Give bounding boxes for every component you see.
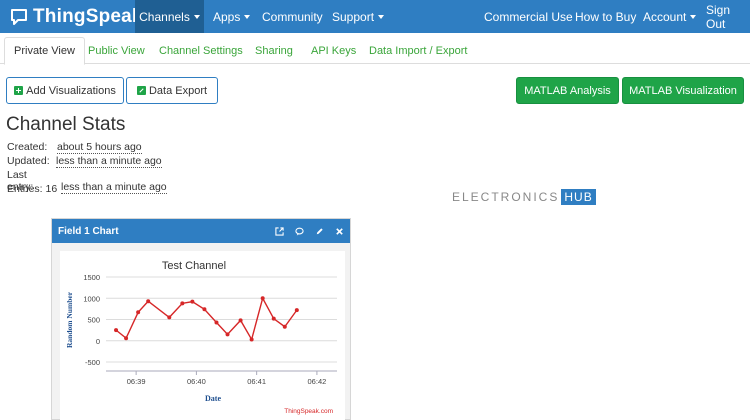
tab-api-keys[interactable]: API Keys bbox=[302, 37, 365, 64]
watermark-hub: HUB bbox=[561, 188, 596, 205]
data-point bbox=[146, 299, 151, 304]
plus-icon bbox=[14, 86, 24, 95]
x-tick-label: 06:40 bbox=[187, 377, 206, 386]
series-line bbox=[115, 296, 298, 342]
data-point bbox=[190, 299, 195, 304]
matlab-visualization-label: MATLAB Visualization bbox=[629, 84, 737, 97]
matlab-visualization-button[interactable]: MATLAB Visualization bbox=[622, 77, 744, 104]
data-point bbox=[202, 307, 207, 312]
y-tick-label: 0 bbox=[96, 337, 100, 346]
electronics-hub-watermark: ELECTRONICS HUB bbox=[452, 188, 596, 205]
data-export-button[interactable]: Data Export bbox=[126, 77, 218, 104]
data-point bbox=[136, 310, 141, 315]
chart-area: Test Channel 1500 1000 500 0 -500 06:39 06:40 06… bbox=[60, 251, 345, 420]
data-point bbox=[225, 332, 230, 337]
add-visualizations-button[interactable]: Add Visualizations bbox=[6, 77, 124, 104]
nav-sign-out[interactable]: Sign Out bbox=[706, 0, 750, 33]
data-point bbox=[294, 308, 299, 313]
nav-channels[interactable]: Channels bbox=[135, 0, 204, 33]
chart-credit: ThingSpeak.com bbox=[284, 408, 333, 415]
nav-support[interactable]: Support bbox=[332, 0, 385, 33]
tab-public-view[interactable]: Public View bbox=[79, 37, 154, 64]
watermark-text: ELECTRONICS bbox=[452, 189, 560, 204]
tab-data-import-export[interactable]: Data Import / Export bbox=[360, 37, 476, 64]
data-point bbox=[249, 337, 254, 342]
nav-account[interactable]: Account bbox=[643, 0, 697, 33]
chevron-down-icon bbox=[690, 15, 697, 19]
nav-account-label: Account bbox=[643, 9, 687, 24]
add-visualizations-label: Add Visualizations bbox=[26, 84, 116, 97]
channel-tabs: Private View Public View Channel Setting… bbox=[0, 33, 750, 65]
data-point bbox=[260, 296, 265, 301]
nav-sign-out-label: Sign Out bbox=[706, 2, 731, 31]
tab-private-view[interactable]: Private View bbox=[4, 37, 85, 65]
nav-community-label: Community bbox=[262, 9, 323, 24]
nav-channels-label: Channels bbox=[139, 9, 190, 24]
comment-icon[interactable] bbox=[295, 227, 304, 236]
brand-logo[interactable]: ThingSpeak™ bbox=[10, 0, 152, 33]
stat-updated: Updated: less than a minute ago bbox=[7, 155, 162, 168]
stat-updated-value: less than a minute ago bbox=[56, 155, 162, 168]
panel-icons bbox=[275, 219, 344, 243]
x-tick-label: 06:41 bbox=[247, 377, 266, 386]
data-point bbox=[238, 318, 243, 323]
nav-how-to-buy-label: How to Buy bbox=[575, 9, 637, 24]
x-tick-label: 06:42 bbox=[308, 377, 327, 386]
matlab-analysis-label: MATLAB Analysis bbox=[524, 84, 611, 97]
stat-created-value: about 5 hours ago bbox=[57, 141, 142, 154]
data-point bbox=[282, 324, 287, 329]
y-tick-label: 500 bbox=[87, 316, 100, 325]
nav-apps-label: Apps bbox=[213, 9, 241, 24]
external-link-icon[interactable] bbox=[275, 226, 284, 236]
chevron-down-icon bbox=[244, 15, 251, 19]
data-point bbox=[214, 320, 219, 325]
x-axis-label: Date bbox=[205, 394, 221, 403]
data-point bbox=[167, 315, 172, 320]
channel-stats-title: Channel Stats bbox=[6, 114, 126, 135]
tab-channel-settings[interactable]: Channel Settings bbox=[150, 37, 252, 64]
export-icon bbox=[136, 86, 146, 95]
nav-commercial-use-label: Commercial Use bbox=[484, 9, 573, 24]
field-1-chart-panel: Field 1 Chart Test Channel 1500 1000 500 0 -5… bbox=[51, 218, 351, 420]
y-tick-label: -500 bbox=[85, 358, 100, 367]
data-point bbox=[271, 316, 276, 321]
data-point bbox=[124, 336, 129, 341]
top-navbar: ThingSpeak™ Channels Apps Community Supp… bbox=[0, 0, 750, 33]
data-point bbox=[180, 301, 185, 306]
panel-title: Field 1 Chart bbox=[58, 225, 119, 237]
tab-sharing[interactable]: Sharing bbox=[246, 37, 302, 64]
pencil-icon[interactable] bbox=[315, 227, 324, 236]
nav-commercial-use[interactable]: Commercial Use bbox=[484, 0, 573, 33]
y-axis-label: Random Number bbox=[65, 291, 74, 348]
stat-created: Created: about 5 hours ago bbox=[7, 141, 142, 154]
line-chart: Test Channel 1500 1000 500 0 -500 06:39 06:40 06… bbox=[65, 260, 337, 415]
nav-support-label: Support bbox=[332, 9, 375, 24]
stat-created-label: Created: bbox=[7, 141, 48, 153]
nav-community[interactable]: Community bbox=[262, 0, 323, 33]
chart-title: Test Channel bbox=[162, 260, 226, 272]
nav-how-to-buy[interactable]: How to Buy bbox=[575, 0, 636, 33]
nav-apps[interactable]: Apps bbox=[213, 0, 251, 33]
panel-header: Field 1 Chart bbox=[52, 219, 350, 243]
speech-bubble-icon bbox=[11, 8, 27, 25]
x-tick-label: 06:39 bbox=[127, 377, 146, 386]
y-tick-label: 1500 bbox=[83, 273, 100, 282]
data-point bbox=[114, 328, 119, 333]
chevron-down-icon bbox=[193, 15, 200, 19]
stat-entries: Entries: 16 bbox=[7, 183, 58, 195]
data-export-label: Data Export bbox=[148, 84, 208, 97]
close-icon[interactable] bbox=[335, 227, 344, 236]
matlab-analysis-button[interactable]: MATLAB Analysis bbox=[516, 77, 619, 104]
chevron-down-icon bbox=[378, 15, 385, 19]
y-tick-label: 1000 bbox=[83, 294, 100, 303]
stat-last-entry-value: less than a minute ago bbox=[61, 181, 167, 194]
stat-updated-label: Updated: bbox=[7, 155, 50, 167]
